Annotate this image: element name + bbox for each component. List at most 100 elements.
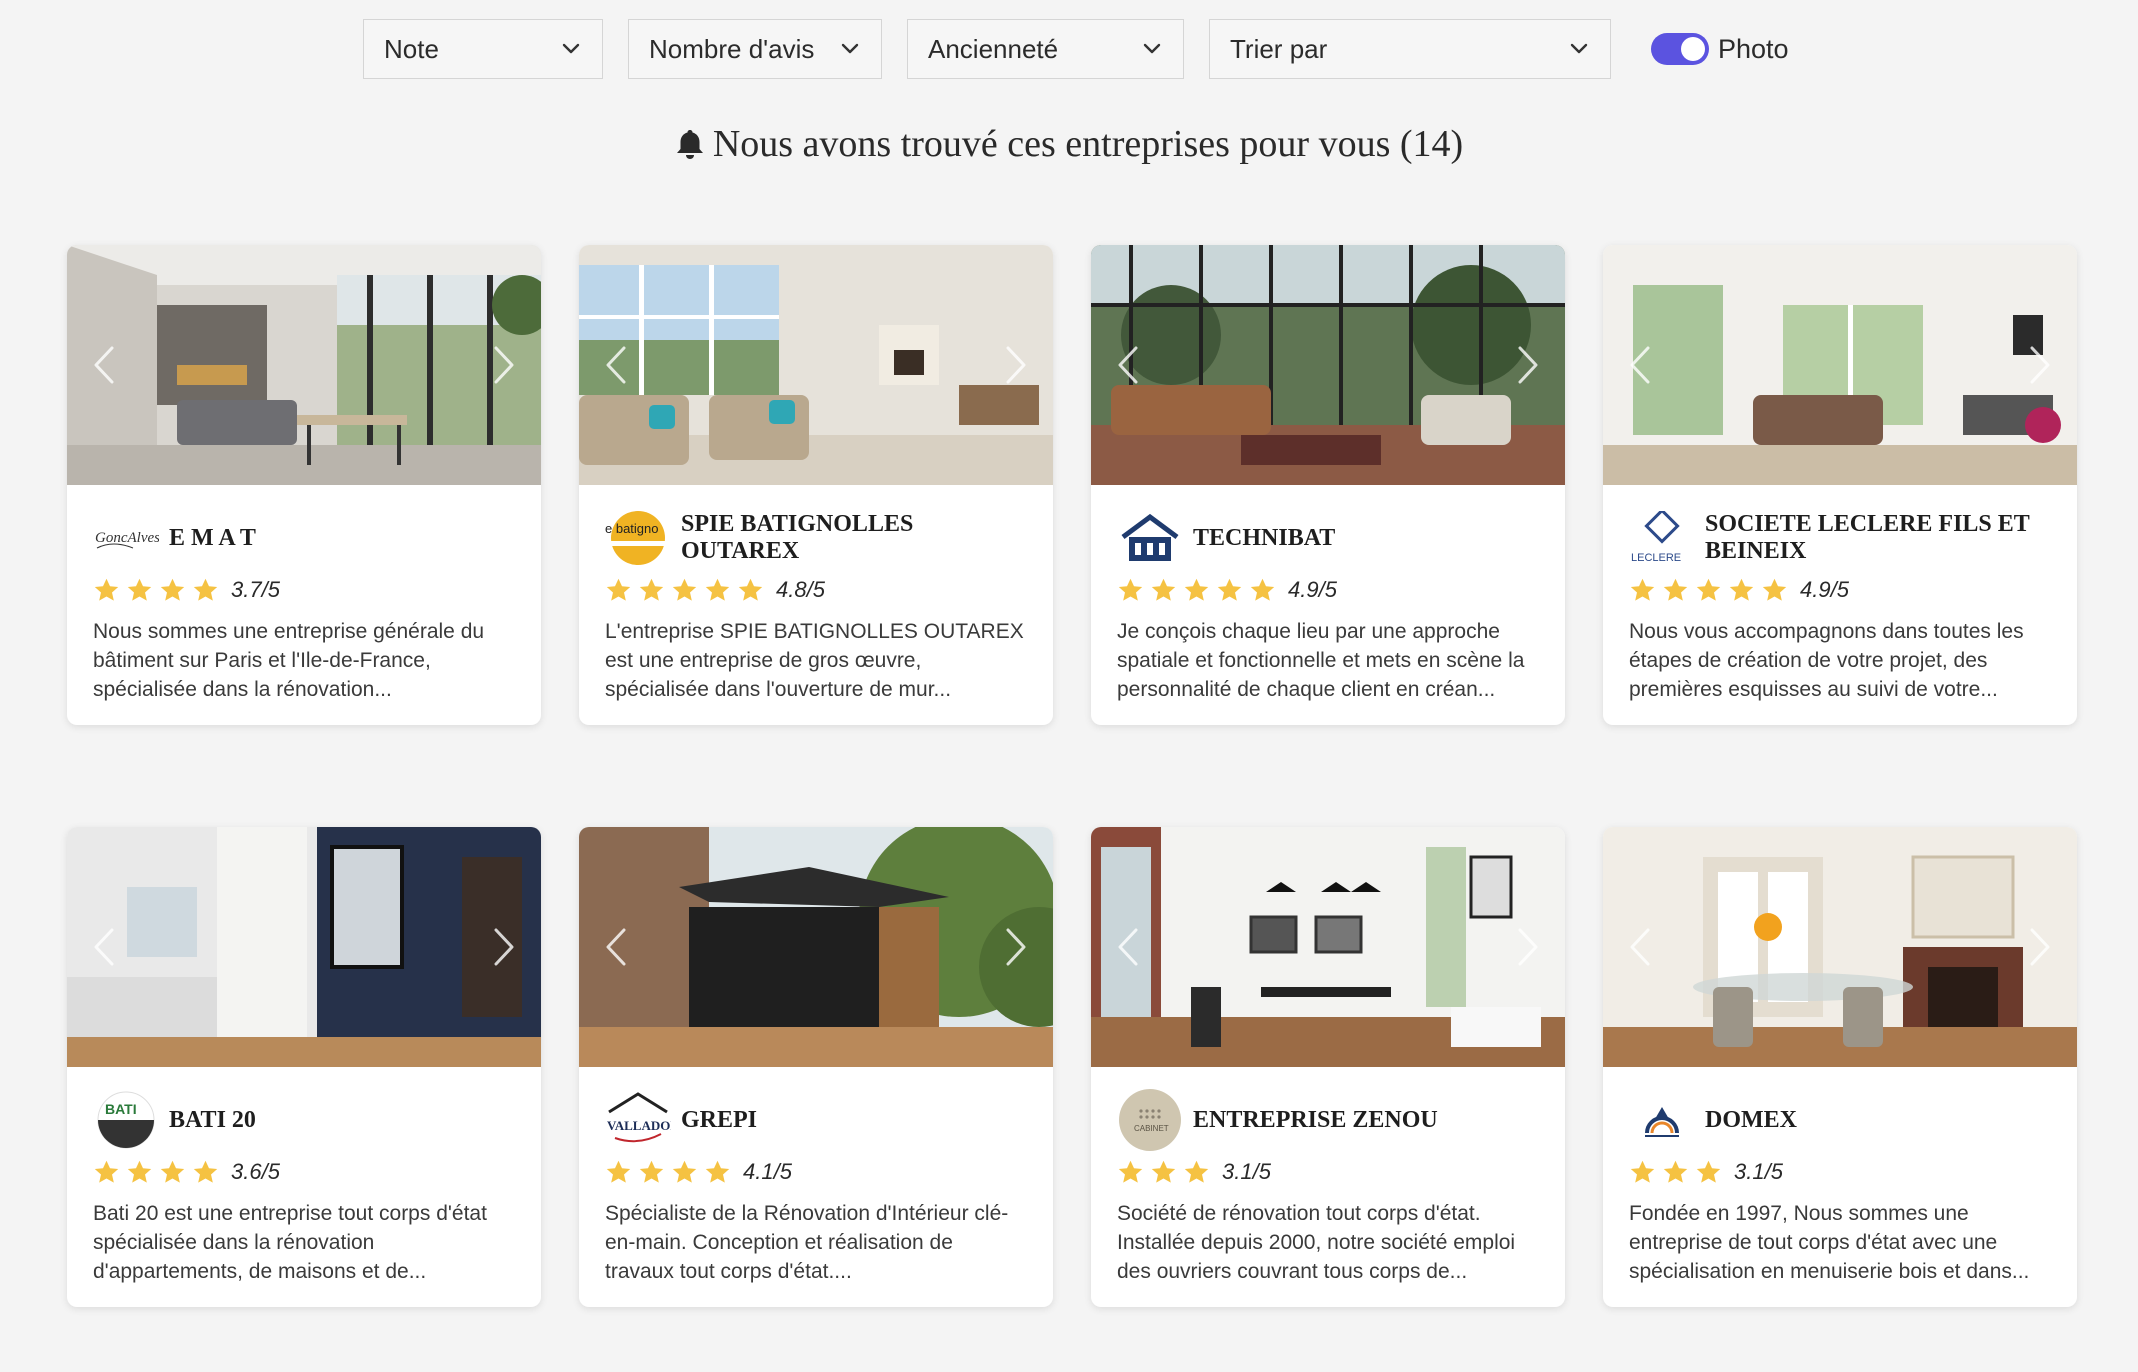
company-name[interactable]: E M A T — [169, 525, 256, 552]
chevron-right-icon[interactable] — [1513, 923, 1543, 971]
star-icon — [639, 578, 664, 601]
company-name[interactable]: SPIE BATIGNOLLES OUTAREX — [681, 511, 1027, 565]
chevron-down-icon — [1568, 38, 1590, 60]
chevron-left-icon[interactable] — [601, 341, 631, 389]
company-photo[interactable] — [67, 827, 541, 1067]
company-card[interactable]: e batigno SPIE BATIGNOLLES OUTAREX 4.8/5… — [579, 245, 1053, 725]
star-icon — [193, 578, 218, 601]
star-icon — [94, 578, 119, 601]
photo-toggle[interactable] — [1651, 33, 1709, 65]
star-icon — [606, 578, 631, 601]
company-photo[interactable] — [1603, 245, 2077, 485]
chevron-right-icon[interactable] — [1001, 341, 1031, 389]
star-icon — [1151, 578, 1176, 601]
results-heading-text: Nous avons trouvé ces entreprises pour v… — [712, 123, 1464, 165]
star-icon — [1217, 578, 1242, 601]
company-photo[interactable] — [579, 827, 1053, 1067]
trier-par-label: Trier par — [1230, 33, 1328, 64]
chevron-right-icon[interactable] — [2025, 341, 2055, 389]
star-icon — [193, 1160, 218, 1183]
chevron-left-icon[interactable] — [601, 923, 631, 971]
company-photo[interactable] — [1091, 827, 1565, 1067]
logo-text: CABINET — [1134, 1124, 1169, 1133]
star-icon — [94, 1160, 119, 1183]
rating: 4.9/5 — [1117, 575, 1539, 605]
results-heading: Nous avons trouvé ces entreprises pour v… — [0, 122, 2138, 166]
stars — [93, 1159, 225, 1186]
rating-score: 3.1/5 — [1734, 1159, 1783, 1184]
chevron-left-icon[interactable] — [89, 341, 119, 389]
rating-score: 4.9/5 — [1800, 577, 1849, 602]
star-icon — [1696, 1160, 1721, 1183]
filter-bar: Note Nombre d'avis Ancienneté Trier par … — [363, 19, 1789, 79]
rating: 4.8/5 — [605, 575, 1027, 605]
chevron-right-icon[interactable] — [1001, 923, 1031, 971]
interior-photo — [67, 245, 541, 485]
rating: 4.1/5 — [605, 1157, 1027, 1187]
company-card[interactable]: LECLERE SOCIETE LECLERE FILS ET BEINEIX … — [1603, 245, 2077, 725]
stars — [605, 1159, 737, 1186]
anciennete-filter-select[interactable]: Ancienneté — [907, 19, 1184, 79]
stars — [1117, 577, 1282, 604]
company-card[interactable]: BATI BATI 20 3.6/5 Bati 20 est une entre… — [67, 827, 541, 1307]
company-logo: BATI — [93, 1091, 159, 1149]
rating: 3.1/5 — [1629, 1157, 2051, 1187]
rating: 3.6/5 — [93, 1157, 515, 1187]
note-filter-select[interactable]: Note — [363, 19, 603, 79]
company-logo: LECLERE — [1629, 511, 1695, 565]
company-card[interactable]: VALLADON GREPI 4.1/5 Spécialiste de la R… — [579, 827, 1053, 1307]
chevron-right-icon[interactable] — [1513, 341, 1543, 389]
logo-text: GoncAlves — [95, 530, 159, 546]
company-logo — [1629, 1093, 1695, 1147]
chevron-left-icon[interactable] — [89, 923, 119, 971]
bell-icon — [675, 128, 705, 160]
note-filter-label: Note — [384, 33, 439, 64]
star-icon — [738, 578, 763, 601]
star-icon — [160, 1160, 185, 1183]
company-logo — [1117, 511, 1183, 565]
rating-score: 3.7/5 — [231, 577, 280, 602]
company-name[interactable]: GREPI — [681, 1107, 757, 1134]
company-card[interactable]: TECHNIBAT 4.9/5 Je conçois chaque lieu p… — [1091, 245, 1565, 725]
interior-photo — [1091, 827, 1565, 1067]
interior-photo — [579, 245, 1053, 485]
star-icon — [672, 1160, 697, 1183]
star-icon — [672, 578, 697, 601]
interior-photo — [1603, 827, 2077, 1067]
rating: 4.9/5 — [1629, 575, 2051, 605]
star-icon — [160, 578, 185, 601]
chevron-right-icon[interactable] — [489, 923, 519, 971]
rating: 3.1/5 — [1117, 1157, 1539, 1187]
company-name[interactable]: BATI 20 — [169, 1107, 256, 1134]
company-description: Société de rénovation tout corps d'état.… — [1117, 1202, 1516, 1283]
logo-text: e batigno — [605, 521, 659, 536]
chevron-left-icon[interactable] — [1113, 923, 1143, 971]
chevron-left-icon[interactable] — [1625, 341, 1655, 389]
company-name[interactable]: DOMEX — [1705, 1107, 1797, 1134]
rating-score: 4.8/5 — [776, 577, 825, 602]
chevron-left-icon[interactable] — [1113, 341, 1143, 389]
company-card[interactable]: GoncAlves E M A T 3.7/5 Nous sommes une … — [67, 245, 541, 725]
company-photo[interactable] — [67, 245, 541, 485]
company-photo[interactable] — [1091, 245, 1565, 485]
company-name[interactable]: TECHNIBAT — [1193, 525, 1335, 552]
nombre-avis-filter-select[interactable]: Nombre d'avis — [628, 19, 882, 79]
chevron-left-icon[interactable] — [1625, 923, 1655, 971]
trier-par-select[interactable]: Trier par — [1209, 19, 1611, 79]
company-logo: GoncAlves — [93, 511, 159, 565]
logo-text: VALLADON — [607, 1118, 671, 1133]
star-icon — [1663, 578, 1688, 601]
logo-text: LECLERE — [1631, 552, 1681, 564]
star-icon — [1630, 578, 1655, 601]
rating-score: 3.6/5 — [231, 1159, 280, 1184]
company-card[interactable]: CABINET ENTREPRISE ZENOU 3.1/5 Société d… — [1091, 827, 1565, 1307]
rating-score: 4.1/5 — [743, 1159, 792, 1184]
company-photo[interactable] — [579, 245, 1053, 485]
star-icon — [1630, 1160, 1655, 1183]
chevron-right-icon[interactable] — [2025, 923, 2055, 971]
company-name[interactable]: ENTREPRISE ZENOU — [1193, 1107, 1438, 1134]
company-photo[interactable] — [1603, 827, 2077, 1067]
company-card[interactable]: DOMEX 3.1/5 Fondée en 1997, Nous sommes … — [1603, 827, 2077, 1307]
company-name[interactable]: SOCIETE LECLERE FILS ET BEINEIX — [1705, 511, 2051, 565]
chevron-right-icon[interactable] — [489, 341, 519, 389]
